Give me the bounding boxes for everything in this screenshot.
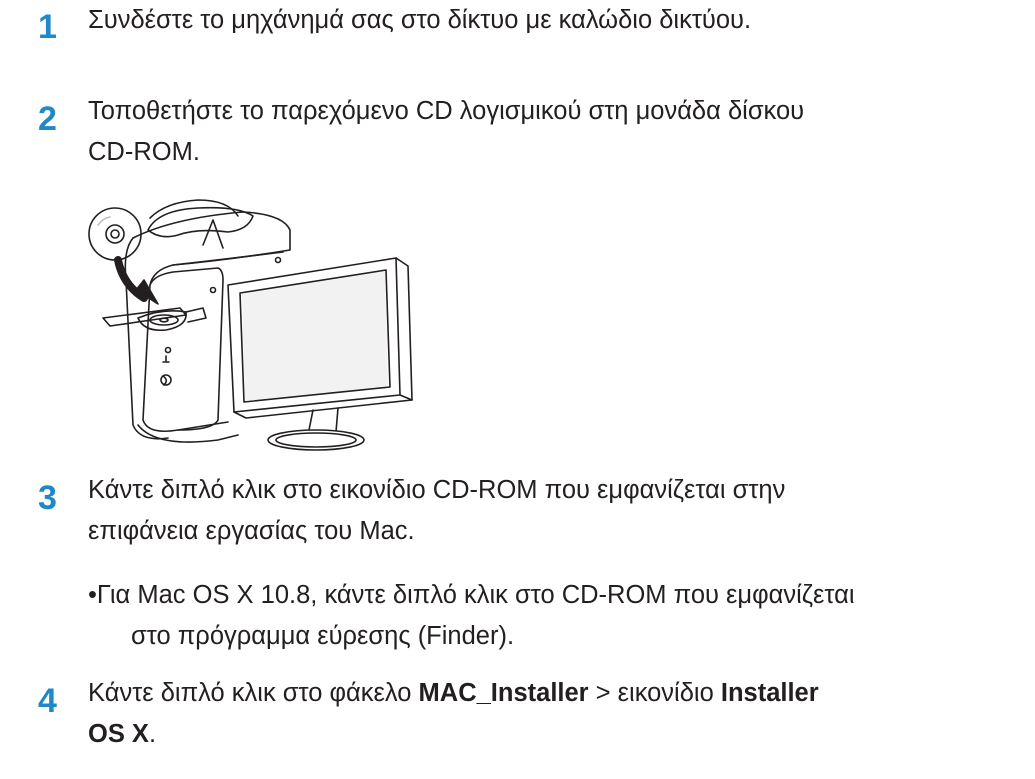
step-text: Συνδέστε το μηχάνημά σας στο δίκτυο με κ… bbox=[88, 6, 752, 34]
step-number: 4 bbox=[38, 682, 57, 720]
step-text-line-2: επιφάνεια εργασίας του Mac. bbox=[88, 517, 415, 545]
installer-name-cont: OS X bbox=[88, 720, 149, 748]
mac-pro-cd-insert-illustration bbox=[88, 199, 413, 451]
step-text-line-1: Κάντε διπλό κλικ στο εικονίδιο CD-ROM πο… bbox=[88, 476, 786, 504]
step-text-line-2: CD-ROM. bbox=[88, 138, 200, 166]
step-text-line-2: OS X. bbox=[88, 714, 156, 755]
step-text-pre: Κάντε διπλό κλικ στο φάκελο bbox=[88, 679, 419, 707]
installer-name: Installer bbox=[720, 679, 819, 707]
step-note-line-2: στο πρόγραμμα εύρεσης (Finder). bbox=[131, 622, 515, 650]
folder-name: MAC_Installer bbox=[418, 679, 589, 707]
step-number: 1 bbox=[38, 8, 57, 46]
step-text-line-1: Κάντε διπλό κλικ στο φάκελο MAC_Installe… bbox=[88, 673, 819, 714]
step-text-end: . bbox=[148, 720, 157, 748]
step-number: 2 bbox=[38, 100, 57, 138]
step-note-line-1: •Για Mac OS X 10.8, κάντε διπλό κλικ στο… bbox=[88, 581, 855, 609]
step-text-line-1: Τοποθετήστε το παρεχόμενο CD λογισμικού … bbox=[88, 97, 805, 125]
step-number: 3 bbox=[38, 479, 57, 517]
step-text-mid: > εικονίδιο bbox=[588, 679, 721, 707]
